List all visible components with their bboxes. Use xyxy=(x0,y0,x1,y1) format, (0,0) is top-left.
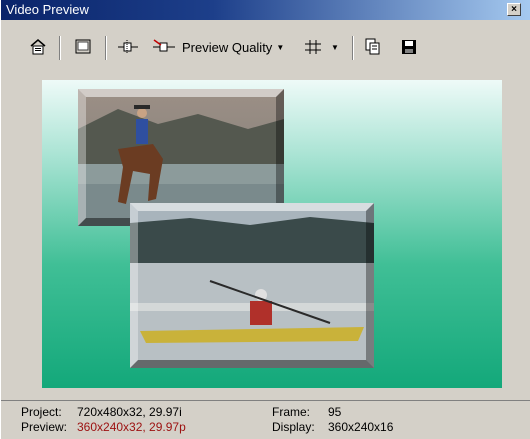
grid-icon xyxy=(305,40,321,54)
project-value: 720x480x32, 29.97i xyxy=(77,405,182,419)
close-button[interactable]: × xyxy=(507,3,521,16)
chevron-down-icon: ▼ xyxy=(331,42,339,52)
save-icon xyxy=(402,40,416,54)
previous-frame-button[interactable] xyxy=(116,36,140,58)
grid-options-dropdown[interactable]: ▼ xyxy=(328,36,342,58)
window-title: Video Preview xyxy=(6,2,89,17)
preview-quality-label: Preview Quality xyxy=(182,39,273,55)
status-bar: Project: 720x480x32, 29.97i Preview: 360… xyxy=(1,400,530,439)
save-snapshot-button[interactable] xyxy=(398,36,420,58)
grid-button[interactable] xyxy=(301,36,325,58)
copy-icon xyxy=(365,38,380,55)
monitor-button[interactable] xyxy=(72,36,94,58)
preview-value: 360x240x32, 29.97p xyxy=(77,420,186,434)
split-screen-button[interactable] xyxy=(152,36,176,58)
copy-snapshot-button[interactable] xyxy=(362,36,384,58)
title-bar[interactable]: Video Preview × xyxy=(1,0,530,20)
preview-label: Preview: xyxy=(21,420,68,434)
kayak-video-clip xyxy=(130,203,374,368)
frame-label: Frame: xyxy=(272,405,311,419)
display-label: Display: xyxy=(272,420,315,434)
toolbar: Preview Quality ▼ ▼ xyxy=(1,28,530,64)
split-icon xyxy=(153,39,175,52)
preview-quality-dropdown[interactable]: Preview Quality ▼ xyxy=(182,36,292,58)
project-label: Project: xyxy=(21,405,62,419)
previous-frame-icon xyxy=(118,40,138,54)
chevron-down-icon: ▼ xyxy=(276,42,285,52)
monitor-icon xyxy=(75,39,91,54)
properties-icon xyxy=(30,39,46,55)
video-preview-area[interactable] xyxy=(42,80,502,388)
frame-value: 95 xyxy=(328,405,342,419)
properties-button[interactable] xyxy=(27,36,49,58)
video-preview-window: Video Preview × Preview Quality ▼ ▼ Proj… xyxy=(0,0,530,439)
display-value: 360x240x16 xyxy=(328,420,394,434)
